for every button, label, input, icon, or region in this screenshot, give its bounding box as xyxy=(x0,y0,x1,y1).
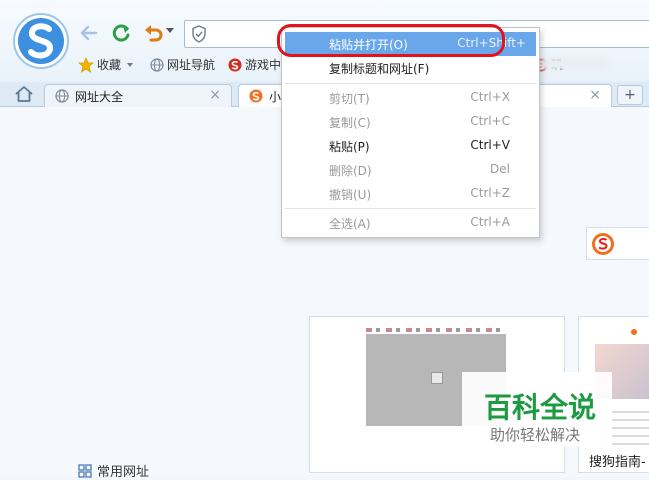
menu-item-label: 删除(D) xyxy=(329,164,372,178)
globe-icon xyxy=(150,57,164,72)
favorites-menu[interactable]: 收藏 xyxy=(78,56,134,73)
sogou-games-icon xyxy=(228,58,242,71)
menu-item-copy-title-url[interactable]: 复制标题和网址(F) xyxy=(285,56,536,80)
globe-icon xyxy=(55,89,69,103)
menu-item-label: 剪切(T) xyxy=(329,92,370,106)
grid-icon xyxy=(78,463,92,478)
sogou-search-icon xyxy=(592,233,614,255)
menu-item-label: 粘贴(P) xyxy=(329,140,370,154)
menu-item-shortcut: Ctrl+X xyxy=(470,90,510,104)
tab-label: 网址大全 xyxy=(75,89,124,104)
sogou-tab-icon xyxy=(249,89,263,103)
menu-item-cut[interactable]: 剪切(T) Ctrl+X xyxy=(285,86,536,110)
bookmark-games[interactable]: 游戏中 xyxy=(228,56,281,73)
menu-item-label: 复制(C) xyxy=(329,116,371,130)
context-menu: 粘贴并打开(O) Ctrl+Shift+ 复制标题和网址(F) 剪切(T) Ct… xyxy=(281,27,540,238)
watermark: 百科全说 助你轻松解决 xyxy=(462,372,612,447)
site-favicon-icon xyxy=(631,329,637,335)
menu-item-shortcut: Ctrl+V xyxy=(470,138,510,152)
menu-item-shortcut: Ctrl+Z xyxy=(470,186,510,200)
common-sites-label: 常用网址 xyxy=(97,465,150,480)
bookmark-nav[interactable]: 网址导航 xyxy=(150,56,215,73)
blurred-bookmark xyxy=(540,58,608,70)
tab-url-directory[interactable]: 网址大全 × xyxy=(44,84,232,107)
watermark-title: 百科全说 xyxy=(484,391,597,424)
new-tab-button[interactable]: + xyxy=(617,85,643,105)
refresh-icon[interactable] xyxy=(110,22,132,44)
card-title: 搜狗指南- xyxy=(589,455,646,470)
menu-item-label: 全选(A) xyxy=(329,217,371,231)
thumbnail-header xyxy=(366,328,506,332)
menu-item-label: 撤销(U) xyxy=(329,188,372,202)
menu-item-delete[interactable]: 删除(D) Del xyxy=(285,158,536,182)
menu-separator xyxy=(285,208,536,209)
menu-item-label: 复制标题和网址(F) xyxy=(329,62,430,76)
undo-close-tab-icon[interactable] xyxy=(143,22,165,44)
favorites-caret-icon[interactable] xyxy=(127,62,134,67)
common-sites-link[interactable]: 常用网址 xyxy=(78,461,149,480)
sogou-browser-logo[interactable] xyxy=(13,13,69,69)
menu-item-copy[interactable]: 复制(C) Ctrl+C xyxy=(285,110,536,134)
highlight-callout xyxy=(277,24,505,57)
tab-close-icon[interactable]: × xyxy=(209,87,221,103)
menu-item-select-all[interactable]: 全选(A) Ctrl+A xyxy=(285,211,536,235)
home-icon[interactable] xyxy=(14,85,34,103)
menu-item-shortcut: Ctrl+A xyxy=(470,215,510,229)
menu-separator xyxy=(285,83,536,84)
bookmark-games-label: 游戏中 xyxy=(245,58,282,72)
menu-item-undo[interactable]: 撤销(U) Ctrl+Z xyxy=(285,182,536,206)
menu-item-shortcut: Del xyxy=(490,162,510,176)
tab-close-icon[interactable]: × xyxy=(589,87,601,103)
shield-security-icon[interactable] xyxy=(191,25,207,43)
menu-item-shortcut: Ctrl+C xyxy=(470,114,510,128)
undo-dropdown-caret-icon[interactable] xyxy=(166,28,174,33)
star-icon xyxy=(78,56,94,73)
back-arrow-icon[interactable] xyxy=(78,22,100,44)
favorites-label: 收藏 xyxy=(97,58,122,72)
watermark-subtitle: 助你轻松解决 xyxy=(490,426,581,444)
broken-image-icon xyxy=(431,372,443,384)
menu-item-paste[interactable]: 粘贴(P) Ctrl+V xyxy=(285,134,536,158)
search-box[interactable] xyxy=(586,227,649,260)
bookmark-nav-label: 网址导航 xyxy=(167,58,216,72)
